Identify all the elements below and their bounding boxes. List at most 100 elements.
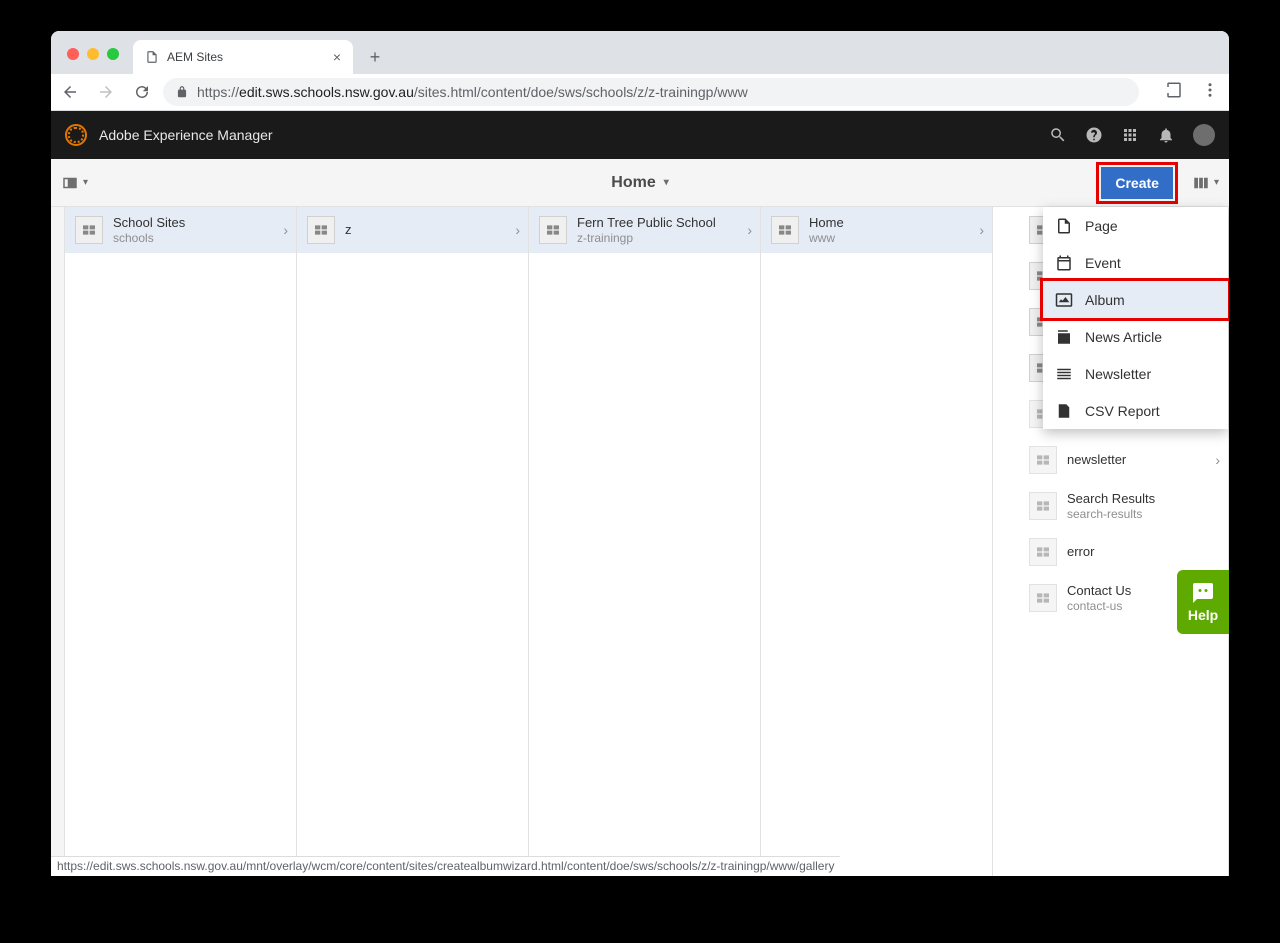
back-button[interactable]	[61, 83, 79, 101]
nav-buttons	[61, 83, 151, 101]
address-right	[1151, 81, 1219, 104]
window-controls	[67, 48, 119, 60]
chat-icon	[1191, 581, 1215, 605]
column-item[interactable]: newsletter ›	[993, 437, 1228, 483]
page-icon	[1055, 217, 1073, 235]
page-thumb-icon	[1029, 538, 1057, 566]
apps-icon[interactable]	[1121, 126, 1139, 144]
aem-brand-text: Adobe Experience Manager	[99, 127, 273, 143]
menu-label: Album	[1085, 292, 1125, 308]
url-field[interactable]: https://edit.sws.schools.nsw.gov.au/site…	[163, 78, 1139, 106]
item-name: z-trainingp	[577, 231, 737, 245]
bell-icon[interactable]	[1157, 126, 1175, 144]
item-name: schools	[113, 231, 273, 245]
column-3: Homewww ›	[761, 207, 993, 876]
aem-logo-icon[interactable]	[65, 124, 87, 146]
column-item[interactable]: School Sitesschools›	[65, 207, 296, 253]
help-label: Help	[1188, 607, 1218, 623]
user-avatar[interactable]	[1193, 124, 1215, 146]
column-item[interactable]: z›	[297, 207, 528, 253]
search-icon[interactable]	[1049, 126, 1067, 144]
highlight-box: Album	[1040, 278, 1229, 321]
minimize-window-button[interactable]	[87, 48, 99, 60]
chevron-down-icon: ▾	[664, 177, 669, 188]
extension-icon[interactable]	[1165, 81, 1183, 99]
tab-title: AEM Sites	[167, 50, 223, 64]
item-name: www	[809, 231, 969, 245]
create-dropdown: Page Event Album News Article Newsletter CSV …	[1043, 207, 1228, 429]
create-menu-album[interactable]: Album	[1043, 281, 1228, 318]
address-bar: https://edit.sws.schools.nsw.gov.au/site…	[51, 74, 1229, 111]
close-window-button[interactable]	[67, 48, 79, 60]
item-title: Fern Tree Public School	[577, 215, 737, 231]
reload-button[interactable]	[133, 83, 151, 101]
menu-label: Event	[1085, 255, 1121, 271]
item-name: search-results	[1067, 507, 1220, 521]
menu-label: News Article	[1085, 329, 1162, 345]
chevron-right-icon: ›	[1215, 452, 1220, 468]
item-title: error	[1067, 544, 1220, 560]
browser-window: AEM Sites × + https://edit.sws.schools.n…	[51, 31, 1229, 876]
browser-tab[interactable]: AEM Sites ×	[133, 40, 353, 74]
column-0: School Sitesschools›	[65, 207, 297, 876]
item-title: School Sites	[113, 215, 273, 231]
column-item[interactable]: Fern Tree Public Schoolz-trainingp ›	[529, 207, 760, 253]
chevron-down-icon: ▾	[83, 177, 88, 188]
url-text: https://edit.sws.schools.nsw.gov.au/site…	[197, 84, 748, 100]
new-tab-button[interactable]: +	[361, 43, 389, 71]
layout-toggle[interactable]: ▾	[1192, 174, 1219, 192]
report-icon	[1055, 402, 1073, 420]
column-4: Page Event Album News Article Newsletter CSV …	[993, 207, 1229, 876]
create-menu-csv-report[interactable]: CSV Report	[1043, 392, 1228, 429]
lock-icon	[175, 85, 189, 99]
create-menu-event[interactable]: Event	[1043, 244, 1228, 281]
page-icon	[145, 50, 159, 64]
page-thumb-icon	[771, 216, 799, 244]
page-thumb-icon	[1029, 584, 1057, 612]
item-title: Home	[809, 215, 969, 231]
status-bar: https://edit.sws.schools.nsw.gov.au/mnt/…	[51, 856, 840, 876]
item-title: z	[345, 222, 505, 238]
chevron-right-icon: ›	[979, 222, 984, 238]
action-bar: ▾ Home ▾ Create ▾	[51, 159, 1229, 207]
aem-header: Adobe Experience Manager	[51, 111, 1229, 159]
chevron-right-icon: ›	[515, 222, 520, 238]
item-title: Search Results	[1067, 491, 1220, 507]
column-item[interactable]: error	[993, 529, 1228, 575]
column-browser: School Sitesschools› z› Fern Tree Public…	[51, 207, 1229, 876]
menu-label: Page	[1085, 218, 1118, 234]
column-1: z›	[297, 207, 529, 876]
breadcrumb[interactable]: Home ▾	[611, 174, 668, 192]
news-icon	[1055, 328, 1073, 346]
page-thumb-icon	[75, 216, 103, 244]
calendar-icon	[1055, 254, 1073, 272]
menu-label: Newsletter	[1085, 366, 1151, 382]
column-item[interactable]: Homewww ›	[761, 207, 992, 253]
chevron-down-icon: ▾	[1214, 177, 1219, 188]
kebab-icon[interactable]	[1201, 81, 1219, 99]
page-thumb-icon	[539, 216, 567, 244]
panel-icon	[61, 174, 79, 192]
column-item[interactable]: Search Resultssearch-results	[993, 483, 1228, 529]
help-icon[interactable]	[1085, 126, 1103, 144]
page-thumb-icon	[1029, 446, 1057, 474]
create-button[interactable]: Create	[1101, 167, 1173, 199]
column-2: Fern Tree Public Schoolz-trainingp ›	[529, 207, 761, 876]
item-title: newsletter	[1067, 452, 1205, 468]
fullscreen-window-button[interactable]	[107, 48, 119, 60]
menu-label: CSV Report	[1085, 403, 1160, 419]
rail-toggle[interactable]: ▾	[61, 174, 88, 192]
help-badge[interactable]: Help	[1177, 570, 1229, 634]
image-icon	[1055, 291, 1073, 309]
column-sliver	[51, 207, 65, 876]
create-menu-newsletter[interactable]: Newsletter	[1043, 355, 1228, 392]
chevron-right-icon: ›	[747, 222, 752, 238]
page-thumb-icon	[1029, 492, 1057, 520]
tab-close-icon[interactable]: ×	[333, 49, 341, 65]
list-icon	[1055, 365, 1073, 383]
page-thumb-icon	[307, 216, 335, 244]
create-menu-page[interactable]: Page	[1043, 207, 1228, 244]
create-menu-news-article[interactable]: News Article	[1043, 318, 1228, 355]
forward-button[interactable]	[97, 83, 115, 101]
tab-strip: AEM Sites × +	[51, 31, 1229, 74]
